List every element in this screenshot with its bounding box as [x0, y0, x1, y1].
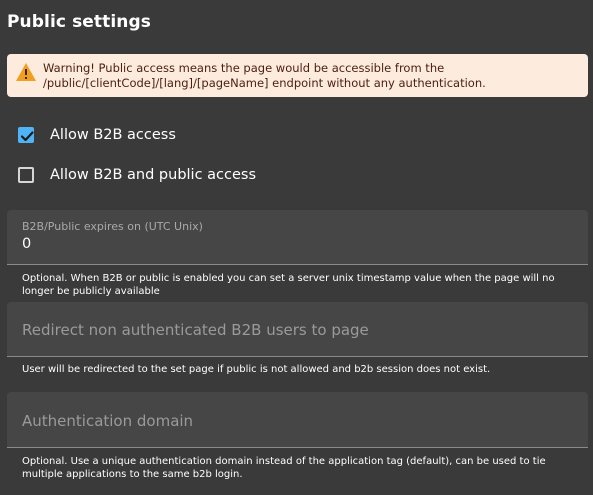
allow-public-checkbox-row[interactable]: Allow B2B and public access	[14, 162, 256, 188]
redirect-field[interactable]: Redirect non authenticated B2B users to …	[7, 302, 588, 357]
warning-triangle-icon	[15, 62, 37, 82]
allow-b2b-label: Allow B2B access	[50, 127, 176, 143]
allow-b2b-checkbox[interactable]	[18, 127, 34, 143]
public-settings-panel: Public settings Warning! Public access m…	[0, 0, 593, 495]
auth-domain-helper-text: Optional. Use a unique authentication do…	[22, 456, 546, 480]
allow-public-label: Allow B2B and public access	[50, 167, 257, 183]
allow-b2b-checkbox-row[interactable]: Allow B2B access	[14, 122, 176, 148]
expires-field[interactable]: B2B/Public expires on (UTC Unix) 0	[7, 210, 588, 265]
redirect-helper-text: User will be redirected to the set page …	[22, 364, 491, 375]
warning-banner: Warning! Public access means the page wo…	[7, 54, 588, 97]
auth-domain-field-placeholder: Authentication domain	[22, 412, 194, 430]
expires-helper-text: Optional. When B2B or public is enabled …	[22, 273, 555, 297]
checkmark-icon	[20, 131, 34, 142]
page-title: Public settings	[7, 12, 151, 32]
expires-field-value[interactable]: 0	[22, 236, 31, 252]
auth-domain-field[interactable]: Authentication domain	[7, 392, 588, 448]
warning-text: Warning! Public access means the page wo…	[43, 61, 486, 90]
allow-public-checkbox[interactable]	[18, 167, 34, 183]
expires-field-label: B2B/Public expires on (UTC Unix)	[22, 220, 203, 233]
redirect-field-placeholder: Redirect non authenticated B2B users to …	[22, 321, 369, 339]
